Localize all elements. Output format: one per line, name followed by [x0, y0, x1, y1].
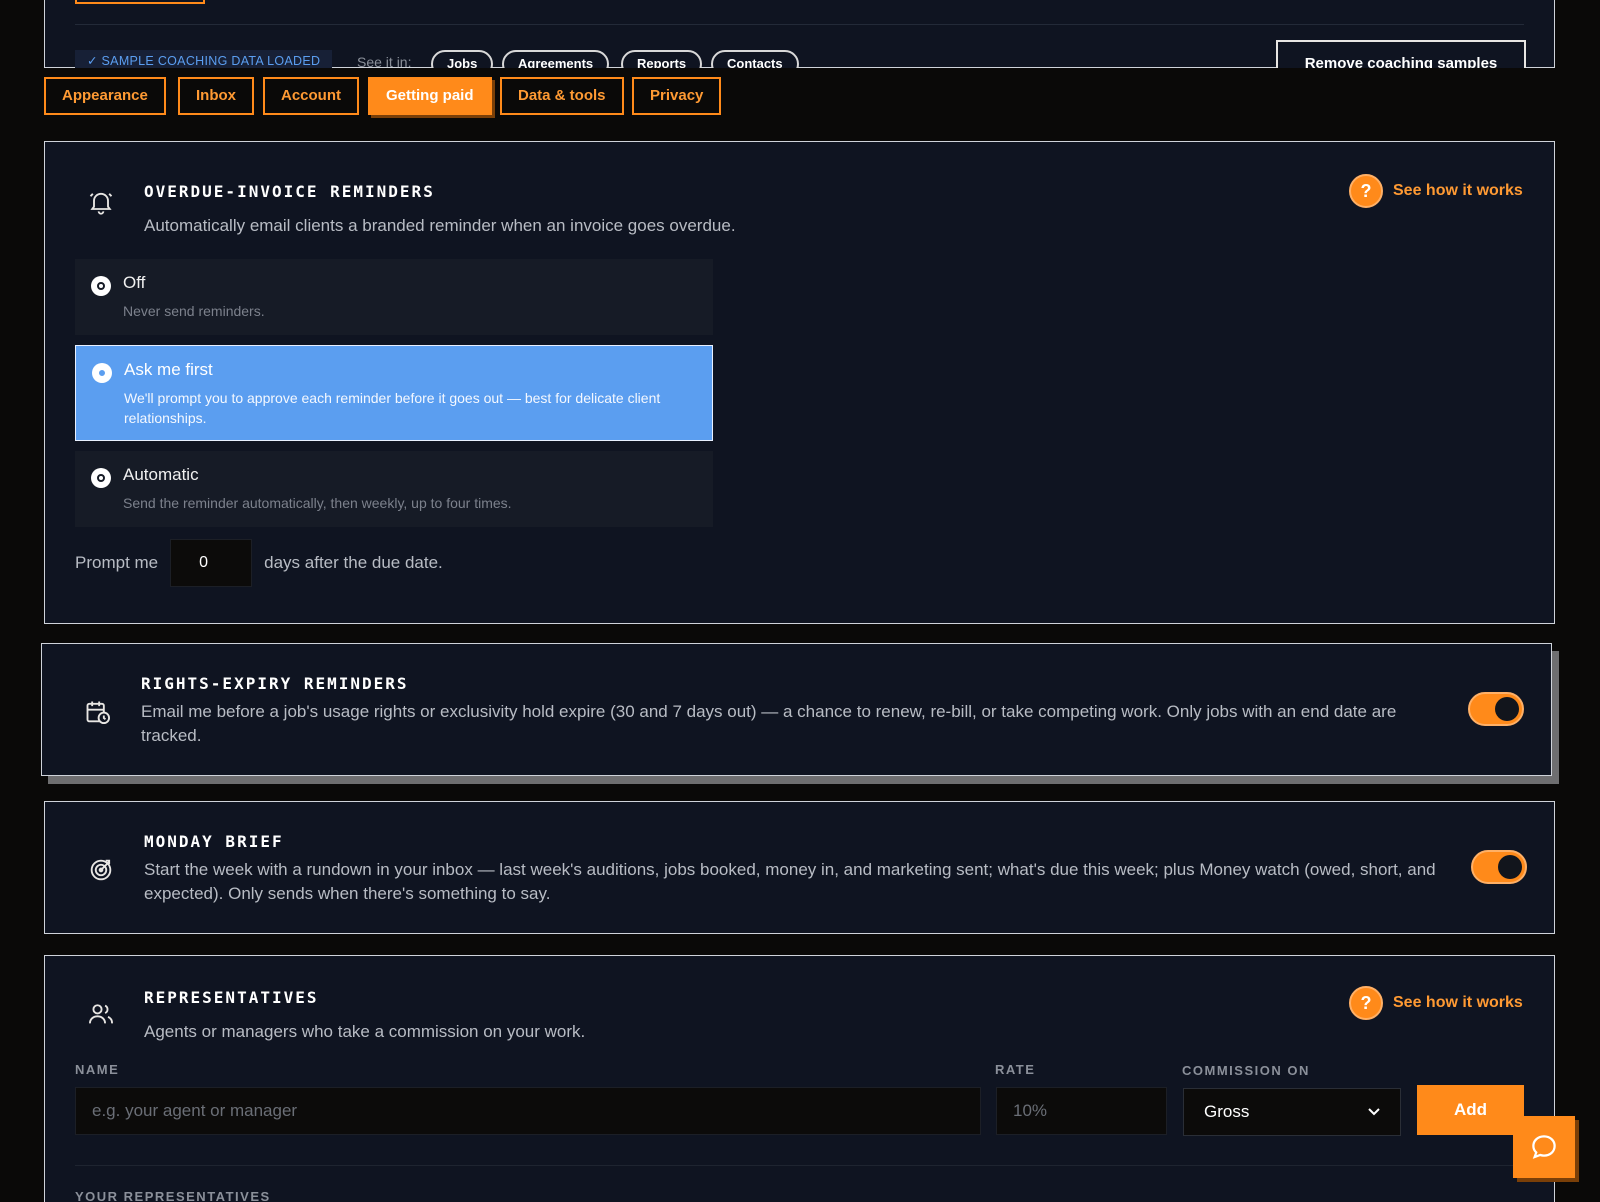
rights-description: Email me before a job's usage rights or …	[141, 702, 1397, 745]
divider	[75, 1165, 1524, 1166]
bell-icon	[89, 192, 113, 215]
rights-expiry-card: RIGHTS-EXPIRY REMINDERS Email me before …	[41, 643, 1552, 776]
monday-brief-card: MONDAY BRIEF Start the week with a rundo…	[44, 801, 1555, 934]
question-icon: ?	[1349, 986, 1383, 1020]
radio-icon	[91, 276, 111, 296]
option-off[interactable]: Off Never send reminders.	[75, 259, 713, 335]
option-ask-me-first[interactable]: Ask me first We'll prompt you to approve…	[75, 345, 713, 441]
toggle-knob	[1498, 855, 1522, 879]
orange-button-stub[interactable]	[75, 0, 205, 4]
monday-title: MONDAY BRIEF	[144, 832, 284, 851]
coaching-card: ✓ SAMPLE COACHING DATA LOADED See it in:…	[44, 0, 1555, 84]
overdue-reminders-card: OVERDUE-INVOICE REMINDERS Automatically …	[44, 141, 1555, 624]
rep-name-input[interactable]	[75, 1087, 981, 1135]
divider	[75, 24, 1524, 25]
tab-privacy[interactable]: Privacy	[632, 77, 722, 115]
option-desc: We'll prompt you to approve each reminde…	[124, 390, 661, 426]
rep-rate-input[interactable]	[996, 1087, 1167, 1135]
reps-title: REPRESENTATIVES	[144, 988, 319, 1007]
option-title: Off	[123, 273, 146, 292]
rights-title: RIGHTS-EXPIRY REMINDERS	[141, 674, 409, 693]
chat-button[interactable]	[1513, 1116, 1575, 1178]
prompt-days-input[interactable]	[170, 539, 253, 587]
option-desc: Never send reminders.	[123, 303, 265, 319]
help-link-label: See how it works	[1393, 994, 1523, 1011]
radio-selected-icon	[92, 363, 112, 383]
your-reps-label: YOUR REPRESENTATIVES	[75, 1189, 271, 1202]
radio-icon	[91, 468, 111, 488]
tab-getting-paid[interactable]: Getting paid	[368, 77, 492, 115]
calendar-clock-icon	[86, 701, 111, 725]
option-title: Automatic	[123, 465, 199, 484]
overdue-title: OVERDUE-INVOICE REMINDERS	[144, 182, 435, 201]
monday-description: Start the week with a rundown in your in…	[144, 860, 1436, 903]
rate-label: RATE	[995, 1062, 1036, 1077]
add-rep-button[interactable]: Add	[1417, 1085, 1524, 1135]
tab-account[interactable]: Account	[263, 77, 359, 115]
name-label: NAME	[75, 1062, 120, 1077]
option-desc: Send the reminder automatically, then we…	[123, 495, 512, 511]
reps-help-link[interactable]: ? See how it works	[1349, 986, 1523, 1020]
help-link-label: See how it works	[1393, 182, 1523, 199]
option-automatic[interactable]: Automatic Send the reminder automaticall…	[75, 451, 713, 527]
tab-inbox[interactable]: Inbox	[178, 77, 254, 115]
overdue-description: Automatically email clients a branded re…	[144, 216, 736, 235]
overdue-help-link[interactable]: ? See how it works	[1349, 174, 1523, 208]
commission-label: COMMISSION ON	[1182, 1063, 1310, 1078]
representatives-card: REPRESENTATIVES Agents or managers who t…	[44, 955, 1555, 1202]
toggle-knob	[1495, 697, 1519, 721]
commission-select[interactable]: Gross	[1183, 1088, 1401, 1136]
question-icon: ?	[1349, 174, 1383, 208]
prompt-suffix: days after the due date.	[264, 553, 443, 572]
rights-toggle[interactable]	[1468, 692, 1524, 726]
option-title: Ask me first	[124, 360, 213, 379]
monday-toggle[interactable]	[1471, 850, 1527, 884]
tab-data-tools[interactable]: Data & tools	[500, 77, 624, 115]
settings-tabs: Appearance Inbox Account Getting paid Da…	[0, 68, 1600, 140]
tab-appearance[interactable]: Appearance	[44, 77, 166, 115]
chat-bubble-icon	[1532, 1135, 1556, 1159]
commission-value: Gross	[1204, 1102, 1250, 1121]
chevron-down-icon	[1368, 1108, 1380, 1116]
target-icon	[90, 859, 112, 881]
users-icon	[88, 1004, 114, 1024]
prompt-row: Prompt me days after the due date.	[75, 539, 443, 587]
prompt-prefix: Prompt me	[75, 553, 159, 572]
reps-description: Agents or managers who take a commission…	[144, 1022, 586, 1041]
